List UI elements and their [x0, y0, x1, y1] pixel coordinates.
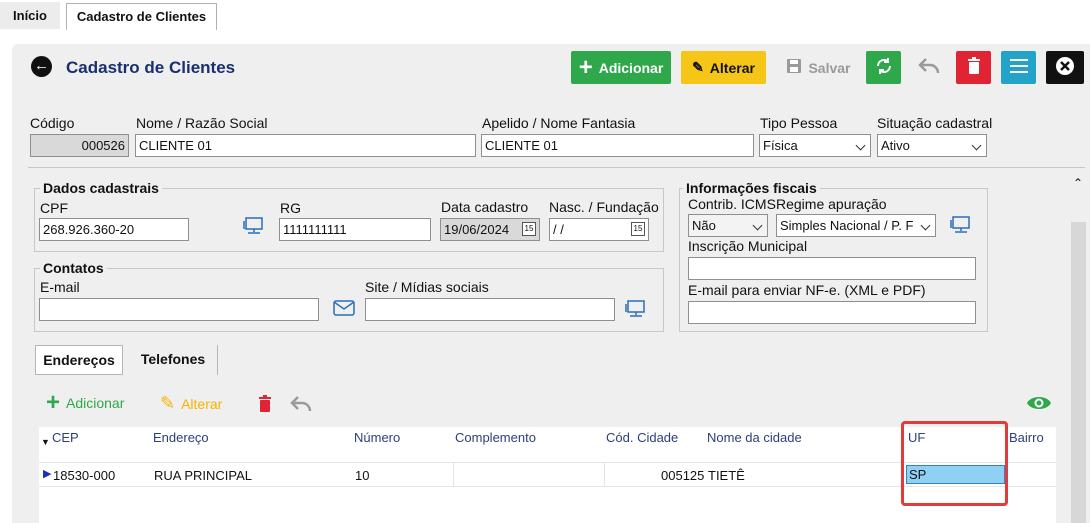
codigo-field: 000526 — [30, 134, 129, 157]
uf-highlight-box — [901, 421, 1008, 506]
delete-button[interactable] — [956, 51, 991, 84]
undo-button[interactable] — [911, 51, 946, 84]
pencil-icon: ✎ — [692, 59, 704, 75]
icms-select[interactable]: Não — [688, 214, 768, 237]
grid-add-label: Adicionar — [66, 395, 125, 411]
data-cadastro-label: Data cadastro — [441, 199, 529, 215]
tab-home[interactable]: Início — [0, 2, 60, 29]
contatos-title: Contatos — [40, 260, 107, 276]
plus-icon: + — [578, 53, 593, 81]
col-cep[interactable]: CEP — [52, 430, 79, 445]
eye-icon[interactable] — [1026, 394, 1052, 412]
cell-endereco[interactable]: RUA PRINCIPAL — [154, 468, 252, 483]
plus-icon: + — [46, 389, 61, 416]
envelope-icon[interactable] — [333, 300, 355, 321]
back-arrow-icon[interactable]: ← — [31, 56, 52, 77]
consult-cpf-icon[interactable] — [243, 217, 265, 240]
col-separator — [604, 463, 605, 486]
inscricao-municipal-label: Inscrição Municipal — [688, 238, 808, 254]
cell-cep[interactable]: 18530-000 — [53, 468, 115, 483]
tab-enderecos[interactable]: Endereços — [35, 345, 123, 375]
data-cadastro-field: 19/06/2024 15 — [440, 218, 540, 241]
refresh-icon — [874, 56, 894, 79]
col-nome-cidade[interactable]: Nome da cidade — [707, 430, 802, 445]
cpf-field[interactable]: 268.926.360-20 — [39, 218, 189, 241]
grid-add-button[interactable]: + Adicionar — [46, 389, 125, 416]
col-complemento[interactable]: Complemento — [455, 430, 536, 445]
icms-label: Contrib. ICMS — [688, 196, 776, 212]
apelido-label: Apelido / Nome Fantasia — [482, 115, 636, 131]
page-title: Cadastro de Clientes — [66, 58, 236, 77]
nasc-label: Nasc. / Fundação — [549, 199, 659, 215]
cell-cidade[interactable]: TIETÊ — [708, 468, 745, 483]
save-button[interactable]: Salvar — [781, 51, 856, 84]
col-bairro[interactable]: Bairro — [1009, 430, 1044, 445]
col-endereco[interactable]: Endereço — [153, 430, 209, 445]
hamburger-icon — [1009, 59, 1028, 76]
web-link-icon[interactable] — [625, 300, 647, 323]
refresh-button[interactable] — [866, 51, 901, 84]
tab-telefones[interactable]: Telefones — [129, 345, 218, 375]
cpf-label: CPF — [40, 200, 68, 216]
situacao-select[interactable]: Ativo — [877, 134, 987, 157]
email-nfe-label: E-mail para enviar NF-e. (XML e PDF) — [688, 282, 926, 298]
grid-delete-button[interactable] — [258, 395, 272, 416]
regime-label: Regime apuração — [776, 196, 887, 212]
menu-button[interactable] — [1001, 51, 1036, 84]
floppy-disk-icon — [786, 58, 802, 77]
add-button[interactable]: + Adicionar — [571, 51, 671, 84]
calendar-icon: 15 — [522, 222, 536, 236]
inscricao-municipal-field[interactable] — [688, 257, 976, 280]
email-nfe-field[interactable] — [688, 301, 976, 324]
undo-icon — [917, 56, 941, 79]
apelido-field[interactable]: CLIENTE 01 — [481, 134, 754, 157]
grid-edit-button[interactable]: ✎ Alterar — [160, 393, 222, 414]
nasc-value: / / — [553, 222, 564, 237]
data-cadastro-value: 19/06/2024 — [444, 222, 510, 237]
scroll-thumb[interactable] — [1071, 222, 1086, 523]
rg-label: RG — [280, 200, 301, 216]
cell-cod-cidade[interactable]: 005125 — [661, 468, 704, 483]
codigo-label: Código — [30, 115, 75, 131]
tipo-pessoa-label: Tipo Pessoa — [760, 115, 838, 131]
scroll-up-icon[interactable]: ⌃ — [1073, 176, 1083, 190]
edit-button-label: Alterar — [709, 59, 755, 76]
save-button-label: Salvar — [808, 59, 851, 76]
nome-label: Nome / Razão Social — [136, 115, 268, 131]
nasc-field[interactable]: / / 15 — [549, 218, 649, 241]
informacoes-fiscais-title: Informações fiscais — [683, 180, 820, 196]
sort-arrow-icon[interactable]: ▼ — [41, 437, 50, 447]
pencil-icon: ✎ — [160, 393, 176, 413]
tab-cadastro-clientes[interactable]: Cadastro de Clientes — [66, 3, 217, 30]
edit-button[interactable]: ✎ Alterar — [681, 51, 766, 84]
undo-icon — [289, 394, 313, 417]
divider — [28, 167, 1085, 168]
add-button-label: Adicionar — [598, 59, 664, 76]
consult-fiscal-icon[interactable] — [950, 216, 972, 239]
site-label: Site / Mídias sociais — [365, 279, 489, 295]
trash-icon — [967, 57, 981, 78]
regime-select[interactable]: Simples Nacional / P. F — [776, 214, 936, 237]
situacao-label: Situação cadastral — [877, 115, 993, 131]
email-label: E-mail — [40, 279, 80, 295]
calendar-icon[interactable]: 15 — [631, 222, 645, 236]
email-field[interactable] — [39, 298, 319, 321]
col-cod-cidade[interactable]: Cód. Cidade — [606, 430, 678, 445]
close-icon — [1055, 56, 1075, 79]
grid-edit-label: Alterar — [181, 395, 223, 412]
cell-numero[interactable]: 10 — [355, 468, 369, 483]
col-numero[interactable]: Número — [354, 430, 400, 445]
dados-cadastrais-title: Dados cadastrais — [40, 180, 162, 196]
close-button[interactable] — [1046, 51, 1084, 84]
trash-icon — [258, 395, 272, 416]
grid-undo-button[interactable] — [289, 394, 313, 417]
row-indicator-icon: ▶ — [43, 468, 52, 480]
tipo-pessoa-select[interactable]: Física — [759, 134, 871, 157]
nome-field[interactable]: CLIENTE 01 — [135, 134, 476, 157]
rg-field[interactable]: 1111111111 — [279, 218, 431, 241]
col-separator — [453, 463, 454, 486]
site-field[interactable] — [365, 298, 615, 321]
